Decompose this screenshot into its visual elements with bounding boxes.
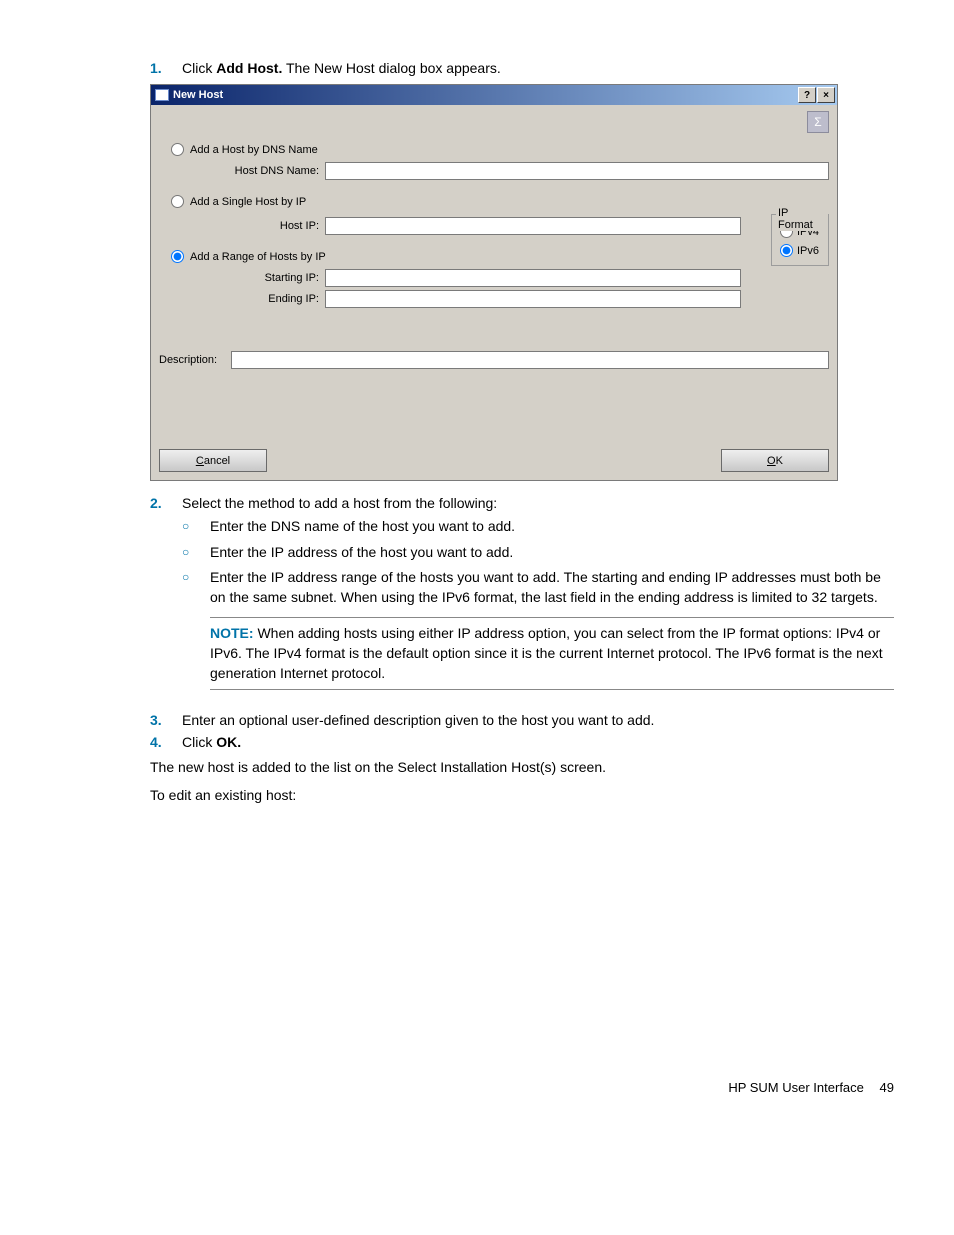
paragraph-edit-intro: To edit an existing host: bbox=[150, 786, 894, 806]
note-box: NOTE: When adding hosts using either IP … bbox=[210, 617, 894, 690]
step2-number: 2. bbox=[150, 495, 182, 706]
ending-ip-label: Ending IP: bbox=[199, 293, 325, 305]
paragraph-result: The new host is added to the list on the… bbox=[150, 758, 894, 778]
host-ip-label: Host IP: bbox=[199, 220, 325, 232]
step1-text: Click Add Host. The New Host dialog box … bbox=[182, 60, 894, 76]
radio-add-range-ip[interactable] bbox=[171, 250, 184, 263]
host-dns-name-label: Host DNS Name: bbox=[199, 165, 325, 177]
footer-page-number: 49 bbox=[880, 1080, 894, 1095]
page-footer: HP SUM User Interface 49 bbox=[728, 1080, 894, 1095]
host-dns-name-input[interactable] bbox=[325, 162, 829, 180]
dialog-titlebar: New Host ? × bbox=[151, 85, 837, 105]
note-text: When adding hosts using either IP addres… bbox=[210, 625, 883, 680]
step3-text: Enter an optional user-defined descripti… bbox=[182, 712, 894, 728]
close-button[interactable]: × bbox=[817, 87, 835, 103]
starting-ip-label: Starting IP: bbox=[199, 272, 325, 284]
step2-sub2: Enter the IP address of the host you wan… bbox=[210, 543, 894, 563]
radio-ipv6[interactable] bbox=[780, 244, 793, 257]
radio-add-by-dns-label: Add a Host by DNS Name bbox=[190, 144, 318, 156]
bullet-icon: ○ bbox=[182, 517, 210, 537]
sigma-button[interactable]: Σ bbox=[807, 111, 829, 133]
ip-format-legend: IP Format bbox=[776, 207, 828, 231]
host-ip-input[interactable] bbox=[325, 217, 741, 235]
step1-number: 1. bbox=[150, 60, 182, 76]
radio-add-single-ip[interactable] bbox=[171, 195, 184, 208]
radio-add-range-ip-label: Add a Range of Hosts by IP bbox=[190, 251, 326, 263]
starting-ip-input[interactable] bbox=[325, 269, 741, 287]
step2-text: Select the method to add a host from the… bbox=[182, 495, 497, 511]
new-host-dialog: New Host ? × Σ Add a Host by DNS Name Ho… bbox=[150, 84, 838, 481]
step4-number: 4. bbox=[150, 734, 182, 750]
step4-text: Click OK. bbox=[182, 734, 894, 750]
ending-ip-input[interactable] bbox=[325, 290, 741, 308]
footer-section: HP SUM User Interface bbox=[728, 1080, 864, 1095]
description-label: Description: bbox=[159, 354, 231, 366]
bullet-icon: ○ bbox=[182, 568, 210, 700]
radio-add-by-dns[interactable] bbox=[171, 143, 184, 156]
step2-sub1: Enter the DNS name of the host you want … bbox=[210, 517, 894, 537]
help-button[interactable]: ? bbox=[798, 87, 816, 103]
step3-number: 3. bbox=[150, 712, 182, 728]
radio-add-single-ip-label: Add a Single Host by IP bbox=[190, 196, 306, 208]
bullet-icon: ○ bbox=[182, 543, 210, 563]
dialog-icon bbox=[155, 89, 169, 101]
note-label: NOTE: bbox=[210, 625, 254, 641]
cancel-button[interactable]: Cancel bbox=[159, 449, 267, 472]
step2-sub3: Enter the IP address range of the hosts … bbox=[210, 569, 881, 605]
radio-ipv6-label: IPv6 bbox=[797, 245, 819, 257]
description-input[interactable] bbox=[231, 351, 829, 369]
dialog-title: New Host bbox=[173, 89, 798, 101]
ok-button[interactable]: OK bbox=[721, 449, 829, 472]
ip-format-group: IP Format IPv4 IPv6 bbox=[771, 214, 829, 266]
